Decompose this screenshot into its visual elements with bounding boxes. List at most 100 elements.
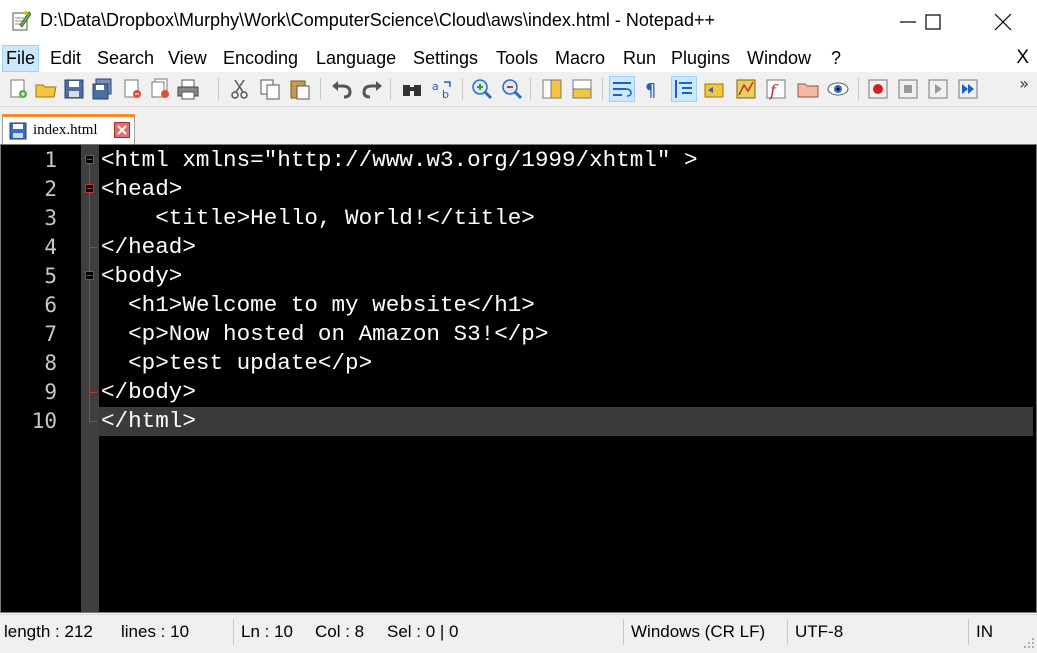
close-file-icon[interactable] — [120, 77, 144, 101]
folder-workspace-icon[interactable] — [796, 77, 820, 101]
menu-settings[interactable]: Settings — [413, 48, 478, 69]
fold-end-body — [89, 392, 97, 393]
status-encoding[interactable]: UTF-8 — [795, 622, 843, 642]
code-editor[interactable]: 1 2 3 4 5 6 7 8 9 10 <html xmlns="http:/… — [0, 144, 1037, 613]
sync-horizontal-icon[interactable] — [570, 77, 594, 101]
save-all-icon[interactable] — [90, 77, 114, 101]
fold-end-html — [89, 421, 97, 422]
close-icon — [994, 13, 1012, 31]
menu-search[interactable]: Search — [97, 48, 154, 69]
menu-bar: File Edit Search View Encoding Language … — [0, 44, 1037, 72]
line-number: 8 — [44, 351, 57, 375]
word-wrap-icon[interactable] — [609, 76, 635, 102]
code-area[interactable]: <html xmlns="http://www.w3.org/1999/xhtm… — [99, 145, 1035, 612]
svg-text:b: b — [442, 88, 449, 101]
tab-index-html[interactable]: index.html — [2, 114, 135, 144]
toolbar-overflow-chevron[interactable]: » — [1019, 74, 1029, 93]
code-line[interactable]: <p>Now hosted on Amazon S3!</p> — [101, 320, 548, 349]
menu-encoding[interactable]: Encoding — [223, 48, 298, 69]
status-lines: lines : 10 — [121, 622, 190, 641]
line-number: 5 — [44, 264, 57, 288]
toolbar: ab ¶ f » — [0, 72, 1037, 107]
resize-grip-icon[interactable] — [1023, 634, 1035, 648]
document-map-icon[interactable] — [734, 77, 758, 101]
menu-run[interactable]: Run — [623, 48, 656, 69]
paste-icon[interactable] — [288, 77, 312, 101]
playback-icon[interactable] — [926, 77, 950, 101]
code-line[interactable]: </html> — [101, 407, 196, 436]
code-line[interactable]: </body> — [101, 378, 196, 407]
indent-guide-icon[interactable] — [671, 76, 697, 102]
line-number: 1 — [44, 148, 57, 172]
status-bar: length : 212 lines : 10 Ln : 10 Col : 8 … — [0, 614, 1037, 648]
stop-record-icon[interactable] — [896, 77, 920, 101]
maximize-icon — [925, 14, 941, 30]
fold-toggle-html[interactable] — [85, 155, 94, 164]
zoom-out-icon[interactable] — [500, 77, 524, 101]
monitoring-icon[interactable] — [826, 77, 850, 101]
show-all-chars-icon[interactable]: ¶ — [640, 77, 664, 101]
sync-vertical-icon[interactable] — [540, 77, 564, 101]
save-icon[interactable] — [62, 77, 86, 101]
status-sel: Sel : 0 | 0 — [387, 622, 459, 641]
fold-end-head — [89, 247, 97, 248]
fold-line — [89, 280, 90, 421]
fold-line — [89, 164, 90, 184]
run-macro-multiple-icon[interactable] — [956, 77, 980, 101]
code-line[interactable]: <title>Hello, World!</title> — [101, 204, 535, 233]
fold-toggle-body[interactable] — [85, 271, 94, 280]
status-length: length : 212 — [4, 622, 93, 641]
menu-edit[interactable]: Edit — [50, 48, 81, 69]
udl-icon[interactable] — [702, 77, 726, 101]
line-number-gutter: 1 2 3 4 5 6 7 8 9 10 — [1, 145, 81, 612]
undo-icon[interactable] — [330, 77, 354, 101]
print-icon[interactable] — [176, 77, 200, 101]
menu-help[interactable]: ? — [831, 48, 841, 69]
line-number: 2 — [44, 177, 57, 201]
line-number: 4 — [44, 235, 57, 259]
notepadpp-app-icon[interactable] — [11, 10, 32, 32]
line-number: 6 — [44, 293, 57, 317]
status-insert-mode[interactable]: IN — [976, 622, 994, 642]
cut-icon[interactable] — [228, 77, 252, 101]
new-file-icon[interactable] — [6, 77, 30, 101]
code-line[interactable]: </head> — [101, 233, 196, 262]
redo-icon[interactable] — [360, 77, 384, 101]
status-eol[interactable]: Windows (CR LF) — [631, 622, 765, 642]
status-col: Col : 8 — [315, 622, 365, 641]
code-line[interactable]: <h1>Welcome to my website</h1> — [101, 291, 535, 320]
menu-language[interactable]: Language — [316, 48, 396, 69]
zoom-in-icon[interactable] — [470, 77, 494, 101]
menu-tools[interactable]: Tools — [496, 48, 538, 69]
menu-view[interactable]: View — [168, 48, 207, 69]
current-line-highlight — [99, 407, 1033, 436]
fold-line — [89, 193, 90, 247]
status-ln: Ln : 10 — [241, 622, 293, 641]
menu-plugins[interactable]: Plugins — [671, 48, 730, 69]
code-line[interactable]: <head> — [101, 175, 182, 204]
code-line[interactable]: <p>test update</p> — [101, 349, 372, 378]
close-document-button[interactable]: X — [1016, 47, 1029, 69]
find-icon[interactable] — [400, 77, 424, 101]
close-window-button[interactable] — [980, 0, 1026, 44]
copy-icon[interactable] — [258, 77, 282, 101]
maximize-button[interactable] — [910, 0, 956, 44]
fold-toggle-head[interactable] — [85, 184, 94, 193]
replace-icon[interactable]: ab — [430, 77, 454, 101]
line-number: 10 — [31, 409, 57, 433]
menu-macro[interactable]: Macro — [555, 48, 605, 69]
svg-text:¶: ¶ — [645, 80, 656, 101]
menu-window[interactable]: Window — [747, 48, 811, 69]
open-file-icon[interactable] — [34, 77, 58, 101]
record-macro-icon[interactable] — [866, 77, 890, 101]
line-number: 3 — [44, 206, 57, 230]
close-all-icon[interactable] — [148, 77, 172, 101]
code-line[interactable]: <html xmlns="http://www.w3.org/1999/xhtm… — [101, 146, 698, 175]
code-line[interactable]: <body> — [101, 262, 182, 291]
line-number: 9 — [44, 380, 57, 404]
function-list-icon[interactable]: f — [764, 77, 788, 101]
svg-text:a: a — [432, 80, 439, 93]
window-title: D:\Data\Dropbox\Murphy\Work\ComputerScie… — [40, 10, 715, 30]
tab-close-icon[interactable] — [114, 122, 130, 138]
menu-file[interactable]: File — [1, 45, 40, 72]
